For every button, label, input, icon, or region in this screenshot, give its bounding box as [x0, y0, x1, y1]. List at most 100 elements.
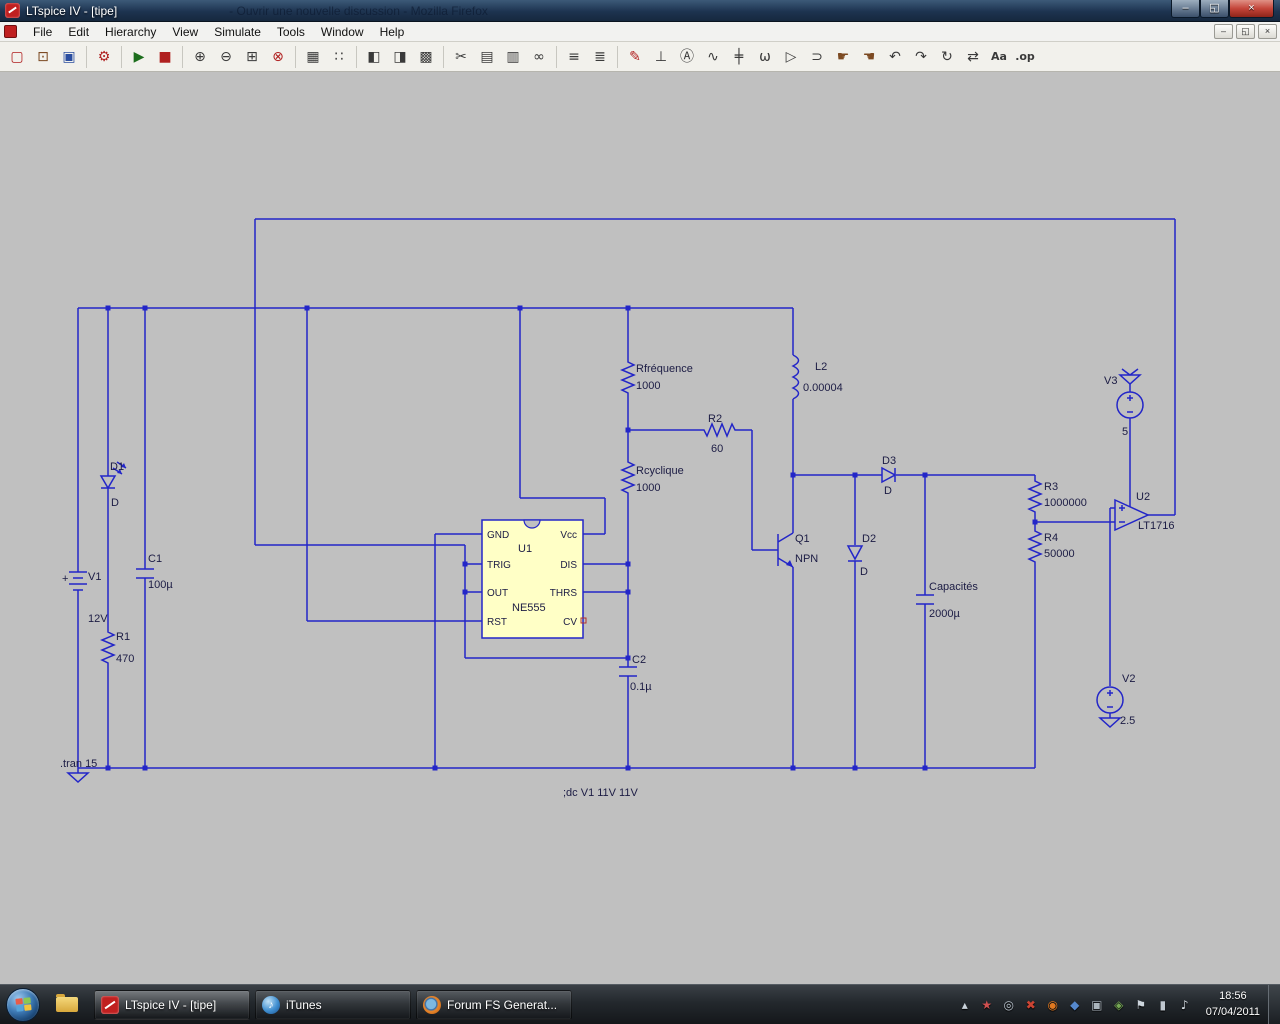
u1-part[interactable]: NE555 — [512, 602, 546, 614]
tile-horizontal-button[interactable]: ◧ — [362, 45, 386, 69]
r1-ref[interactable]: R1 — [116, 631, 130, 643]
u1-ref[interactable]: U1 — [518, 543, 532, 555]
c1-value[interactable]: 100µ — [148, 579, 173, 591]
find-button[interactable]: ∞ — [527, 45, 551, 69]
task-itunes[interactable]: ♪ iTunes — [255, 989, 411, 1020]
wires[interactable] — [77, 218, 1176, 773]
tray-icon-9[interactable]: ▮ — [1152, 993, 1174, 1017]
component-tool-button[interactable]: ⊃ — [805, 45, 829, 69]
wire-tool-button[interactable]: ✎ — [623, 45, 647, 69]
v1-value[interactable]: 12V — [88, 613, 108, 625]
ground-tool-button[interactable]: ⊥ — [649, 45, 673, 69]
inductor-tool-button[interactable]: ω — [753, 45, 777, 69]
mirror-button[interactable]: ⇄ — [961, 45, 985, 69]
task-ltspice[interactable]: LTspice IV - [tipe] — [94, 989, 250, 1020]
component-q1[interactable]: Q1 NPN — [777, 532, 818, 568]
menu-hierarchy[interactable]: Hierarchy — [97, 23, 164, 41]
r2-ref[interactable]: R2 — [708, 413, 722, 425]
component-v2[interactable]: V2 2.5 — [1096, 673, 1135, 729]
v2-ref[interactable]: V2 — [1122, 673, 1135, 685]
component-d2[interactable]: D2 D — [846, 533, 876, 578]
tray-icon-1[interactable]: ★ — [976, 993, 998, 1017]
keyboard-layout-icon[interactable]: ⚑ — [1130, 993, 1152, 1017]
rcyclique-value[interactable]: 1000 — [636, 482, 660, 494]
close-button[interactable]: × — [1229, 0, 1274, 18]
capacitor-tool-button[interactable]: ╪ — [727, 45, 751, 69]
cascade-windows-button[interactable]: ▩ — [414, 45, 438, 69]
r3-value[interactable]: 1000000 — [1044, 497, 1087, 509]
rfrequence-ref[interactable]: Rfréquence — [636, 363, 693, 375]
ltspice-logo-icon[interactable] — [5, 3, 20, 18]
run-button[interactable]: ▶ — [127, 45, 151, 69]
q1-ref[interactable]: Q1 — [795, 533, 810, 545]
r3-ref[interactable]: R3 — [1044, 481, 1058, 493]
rotate-button[interactable]: ↻ — [935, 45, 959, 69]
tray-icon-4[interactable]: ◉ — [1042, 993, 1064, 1017]
directive-tran[interactable]: .tran 15 — [60, 758, 97, 770]
mark-datapoints-button[interactable]: ∷ — [327, 45, 351, 69]
tray-icon-7[interactable]: ◈ — [1108, 993, 1130, 1017]
ground-symbol[interactable] — [66, 772, 90, 784]
component-u1-ne555[interactable]: GND TRIG OUT RST Vcc DIS THRS CV U1 NE55… — [481, 519, 587, 639]
redo-button[interactable]: ↷ — [909, 45, 933, 69]
show-desktop-button[interactable] — [1268, 984, 1280, 1024]
component-r2[interactable]: R2 60 — [700, 413, 739, 455]
capacites-ref[interactable]: Capacités — [929, 581, 978, 593]
component-r3[interactable]: R3 1000000 — [1027, 477, 1087, 517]
c2-ref[interactable]: C2 — [632, 654, 646, 666]
r4-value[interactable]: 50000 — [1044, 548, 1075, 560]
component-d1[interactable]: D1 D — [99, 461, 127, 509]
volume-icon[interactable]: ♪ — [1174, 993, 1196, 1017]
zoom-out-button[interactable]: ⊗ — [266, 45, 290, 69]
menu-simulate[interactable]: Simulate — [206, 23, 269, 41]
show-hidden-icons-button[interactable]: ▴ — [954, 993, 976, 1017]
clock[interactable]: 18:56 07/04/2011 — [1206, 989, 1260, 1021]
open-button[interactable]: ⊡ — [31, 45, 55, 69]
menu-window[interactable]: Window — [313, 23, 372, 41]
zoom-fit-button[interactable]: ⊞ — [240, 45, 264, 69]
rcyclique-ref[interactable]: Rcyclique — [636, 465, 684, 477]
print-preview-button[interactable]: ≡ — [562, 45, 586, 69]
move-tool-button[interactable]: ☛ — [831, 45, 855, 69]
print-button[interactable]: ≣ — [588, 45, 612, 69]
cut-button[interactable]: ✂ — [449, 45, 473, 69]
schematic-canvas[interactable]: + V1 12V D1 D C1 100µ R1 470 Rfréquence … — [0, 72, 1280, 984]
menu-view[interactable]: View — [164, 23, 206, 41]
menu-edit[interactable]: Edit — [60, 23, 97, 41]
component-rcyclique[interactable]: Rcyclique 1000 — [620, 458, 684, 498]
halt-button[interactable]: ■ — [153, 45, 177, 69]
restore-button[interactable]: ◱ — [1200, 0, 1229, 18]
d2-value[interactable]: D — [860, 566, 868, 578]
r2-value[interactable]: 60 — [711, 443, 723, 455]
component-rfrequence[interactable]: Rfréquence 1000 — [620, 358, 693, 398]
menu-file[interactable]: File — [25, 23, 60, 41]
l2-ref[interactable]: L2 — [815, 361, 827, 373]
component-c1[interactable]: C1 100µ — [136, 553, 173, 591]
schematic[interactable]: + V1 12V D1 D C1 100µ R1 470 Rfréquence … — [0, 72, 1280, 984]
v3-value[interactable]: 5 — [1122, 426, 1128, 438]
copy-button[interactable]: ▤ — [475, 45, 499, 69]
component-c2[interactable]: C2 0.1µ — [619, 654, 652, 693]
start-button[interactable] — [6, 987, 40, 1022]
menu-tools[interactable]: Tools — [269, 23, 313, 41]
tray-icon-3[interactable]: ✖ — [1020, 993, 1042, 1017]
minimize-button[interactable]: – — [1171, 0, 1200, 18]
v1-ref[interactable]: V1 — [88, 571, 101, 583]
zoom-in-button[interactable]: ⊕ — [188, 45, 212, 69]
undo-button[interactable]: ↶ — [883, 45, 907, 69]
r4-ref[interactable]: R4 — [1044, 532, 1058, 544]
tray-icon-6[interactable]: ▣ — [1086, 993, 1108, 1017]
component-v3[interactable]: V3 5 — [1104, 368, 1144, 438]
v3-ref[interactable]: V3 — [1104, 375, 1117, 387]
u2-ref[interactable]: U2 — [1136, 491, 1150, 503]
l2-value[interactable]: 0.00004 — [803, 382, 843, 394]
tray-icon-2[interactable]: ◎ — [998, 993, 1020, 1017]
component-v1[interactable]: + V1 12V — [62, 571, 108, 625]
menu-help[interactable]: Help — [372, 23, 413, 41]
net-label-tool-button[interactable]: Ⓐ — [675, 45, 699, 69]
explorer-button[interactable] — [50, 990, 84, 1020]
diode-tool-button[interactable]: ▷ — [779, 45, 803, 69]
c1-ref[interactable]: C1 — [148, 553, 162, 565]
drag-tool-button[interactable]: ☚ — [857, 45, 881, 69]
schematic-document-icon[interactable] — [4, 25, 17, 38]
